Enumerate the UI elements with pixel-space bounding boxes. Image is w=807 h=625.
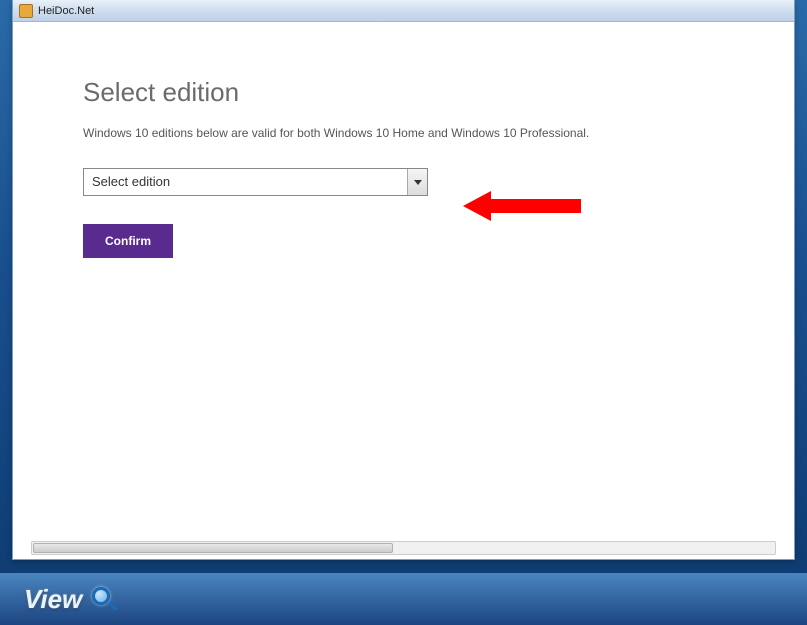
- page-heading: Select edition: [83, 77, 724, 108]
- edition-select-value: Select edition: [84, 169, 407, 195]
- app-icon: [19, 4, 33, 18]
- scrollbar-thumb[interactable]: [33, 543, 393, 553]
- view-label: View: [24, 584, 82, 615]
- horizontal-scrollbar[interactable]: [31, 541, 776, 555]
- magnifier-icon[interactable]: [92, 587, 118, 613]
- titlebar[interactable]: HeiDoc.Net: [13, 0, 794, 22]
- app-window: HeiDoc.Net Select edition Windows 10 edi…: [12, 0, 795, 560]
- page-description: Windows 10 editions below are valid for …: [83, 126, 724, 140]
- edition-select-button[interactable]: [407, 169, 427, 195]
- chevron-down-icon: [414, 180, 422, 185]
- viewer-bottom-bar: View: [0, 573, 807, 625]
- confirm-button[interactable]: Confirm: [83, 224, 173, 258]
- window-title: HeiDoc.Net: [38, 5, 94, 17]
- edition-select[interactable]: Select edition: [83, 168, 428, 196]
- content-area: Select edition Windows 10 editions below…: [13, 22, 794, 559]
